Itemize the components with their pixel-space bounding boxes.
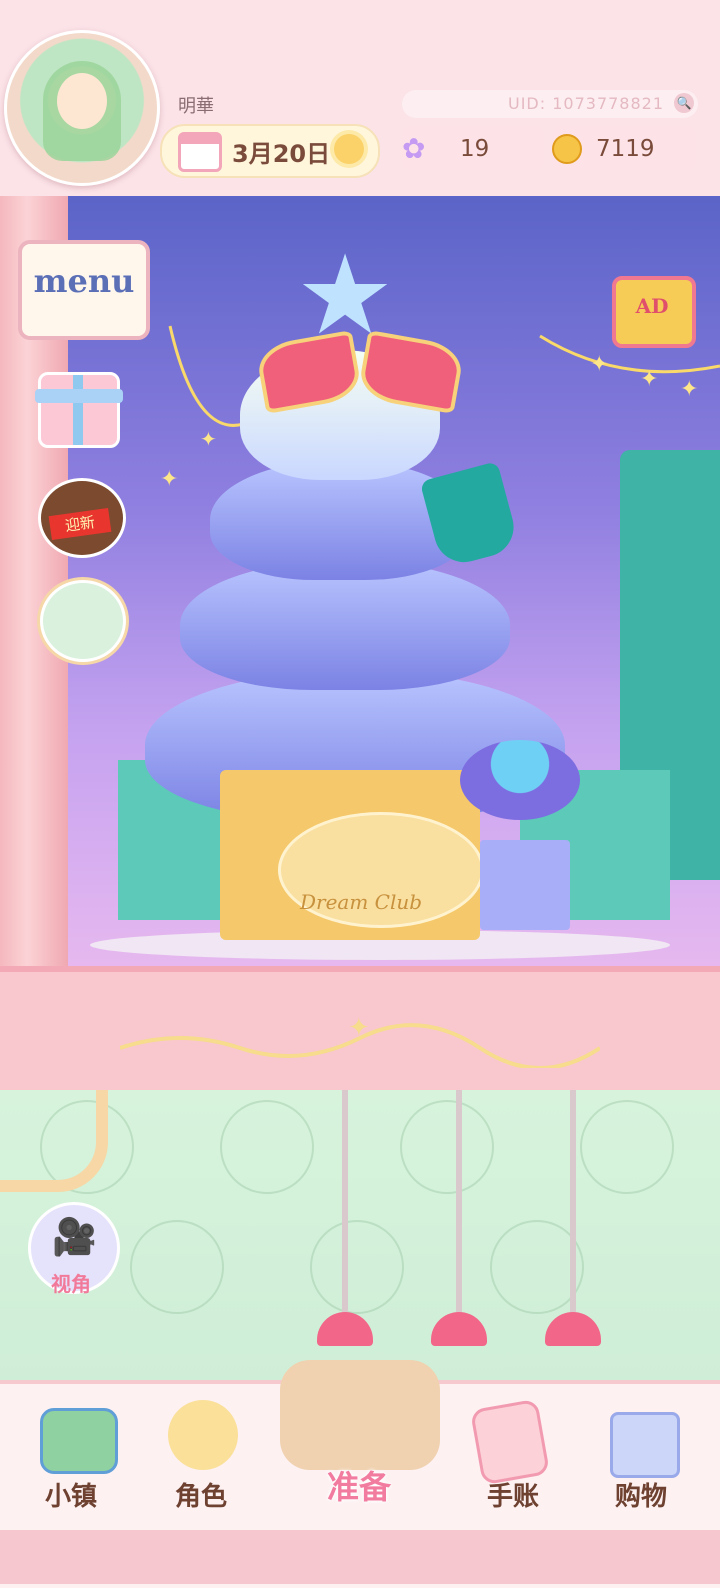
- svg-text:✦: ✦: [640, 367, 658, 392]
- chandelier: [0, 1090, 108, 1192]
- map-icon[interactable]: [40, 1408, 118, 1474]
- coin-icon: [552, 134, 582, 164]
- bottom-nav-base: [0, 1530, 720, 1584]
- player-name: 明華: [178, 96, 214, 117]
- coin-count: 7119: [596, 136, 655, 162]
- character-icon[interactable]: [168, 1400, 238, 1470]
- character-event-button[interactable]: [40, 580, 126, 662]
- player-avatar[interactable]: [4, 30, 160, 186]
- svg-text:✦: ✦: [160, 467, 178, 492]
- lamp-cord: [570, 1090, 576, 1312]
- ad-label: AD: [635, 294, 669, 318]
- gift-icon[interactable]: [35, 372, 123, 448]
- gem-flower-icon: ✿: [402, 132, 426, 165]
- search-icon[interactable]: 🔍: [674, 93, 694, 113]
- nav-journal-label[interactable]: 手账: [458, 1476, 568, 1513]
- gem-count: 19: [460, 136, 490, 162]
- red-bow: [260, 330, 460, 410]
- gold-flourish-icon: ✦: [120, 1013, 600, 1068]
- svg-text:✦: ✦: [200, 427, 217, 451]
- uid-text: UID: 1073778821: [508, 94, 665, 113]
- camera-view-label: 视角: [51, 1272, 91, 1296]
- svg-text:✦: ✦: [590, 352, 608, 377]
- shopping-bag-icon[interactable]: [610, 1412, 680, 1478]
- calendar-icon: [178, 132, 222, 172]
- nav-prepare-label[interactable]: 准备: [304, 1462, 414, 1508]
- lamp-cord: [342, 1090, 348, 1312]
- svg-text:✦: ✦: [348, 1013, 370, 1043]
- ufo-toy: [460, 740, 580, 820]
- sun-icon: [334, 134, 364, 164]
- nav-role-label[interactable]: 角色: [146, 1476, 256, 1513]
- nav-shop-label[interactable]: 购物: [586, 1476, 696, 1513]
- date-text: 3月20日: [232, 140, 331, 168]
- purple-gift-box: [480, 840, 570, 930]
- journal-icon[interactable]: [469, 1398, 551, 1486]
- svg-text:✦: ✦: [680, 377, 698, 402]
- basket-icon[interactable]: [280, 1360, 440, 1470]
- nav-town-label[interactable]: 小镇: [16, 1476, 126, 1513]
- video-camera-icon: 🎥: [52, 1217, 97, 1258]
- menu-label: menu: [33, 262, 135, 300]
- gift-box-label: Dream Club: [300, 890, 423, 914]
- avatar-face: [57, 73, 107, 129]
- lamp-cord: [456, 1090, 462, 1312]
